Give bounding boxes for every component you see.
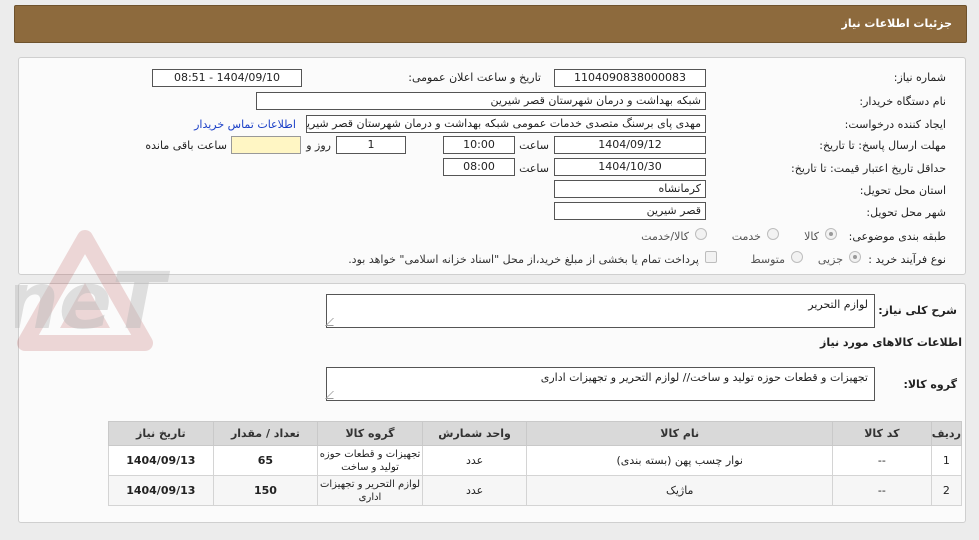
col-group: گروه کالا bbox=[317, 421, 423, 446]
process-option-medium: متوسط bbox=[750, 253, 785, 266]
deadline-label: مهلت ارسال پاسخ: تا تاریخ: bbox=[819, 139, 946, 152]
cell-row: 2 bbox=[930, 475, 963, 506]
hours-remaining-label: ساعت باقی مانده bbox=[145, 139, 227, 152]
process-radio-minor[interactable] bbox=[849, 251, 861, 263]
buyer-org-label: نام دستگاه خریدار: bbox=[859, 95, 946, 108]
resize-grip-icon[interactable] bbox=[325, 391, 341, 399]
days-label: روز و bbox=[306, 139, 331, 152]
cell-qty: 150 bbox=[212, 475, 319, 506]
cell-name: نوار چسب پهن (بسته بندی) bbox=[526, 445, 834, 476]
category-option-goods: کالا bbox=[804, 230, 819, 243]
cell-row: 1 bbox=[930, 445, 963, 476]
col-qty: تعداد / مقدار bbox=[212, 421, 319, 446]
resize-grip-icon[interactable] bbox=[325, 318, 341, 326]
goods-group-label: گروه کالا: bbox=[903, 378, 957, 391]
need-number-label: شماره نیاز: bbox=[893, 71, 946, 84]
days-remaining-field: 1 bbox=[336, 136, 406, 154]
col-name: نام کالا bbox=[526, 421, 834, 446]
category-label: طبقه بندی موضوعی: bbox=[848, 230, 946, 243]
category-radio-both[interactable] bbox=[695, 228, 707, 240]
cell-code: -- bbox=[832, 475, 932, 506]
city-label: شهر محل تحویل: bbox=[866, 206, 946, 219]
city-field: قصر شیرین bbox=[554, 202, 706, 220]
province-field: کرمانشاه bbox=[554, 180, 706, 198]
validity-time-field: 08:00 bbox=[443, 158, 515, 176]
cell-group: تجهیزات و قطعات حوزه تولید و ساخت bbox=[317, 445, 423, 476]
col-unit: واحد شمارش bbox=[421, 421, 528, 446]
buyer-contact-link[interactable]: اطلاعات تماس خریدار bbox=[194, 118, 296, 131]
col-code: کد کالا bbox=[832, 421, 932, 446]
treasury-payment-checkbox[interactable] bbox=[705, 251, 717, 263]
cell-date: 1404/09/13 bbox=[108, 475, 214, 506]
buyer-org-field: شبکه بهداشت و درمان شهرستان قصر شیرین bbox=[256, 92, 706, 110]
deadline-time-field: 10:00 bbox=[443, 136, 515, 154]
deadline-date-field: 1404/09/12 bbox=[554, 136, 706, 154]
process-radio-medium[interactable] bbox=[791, 251, 803, 263]
category-radio-goods[interactable] bbox=[825, 228, 837, 240]
announce-field: 1404/09/10 - 08:51 bbox=[152, 69, 302, 87]
goods-group-textarea[interactable]: تجهیزات و قطعات حوزه تولید و ساخت// لواز… bbox=[325, 367, 875, 401]
category-radio-service[interactable] bbox=[767, 228, 779, 240]
col-row: ردیف bbox=[930, 421, 963, 446]
summary-text: لوازم التحریر bbox=[808, 298, 868, 311]
category-option-both: کالا/خدمت bbox=[641, 230, 689, 243]
process-label: نوع فرآیند خرید : bbox=[868, 253, 946, 266]
validity-label: حداقل تاریخ اعتبار قیمت: تا تاریخ: bbox=[791, 162, 946, 175]
goods-info-title: اطلاعات کالاهای مورد نیاز bbox=[820, 336, 962, 349]
hours-remaining-field bbox=[231, 136, 301, 154]
process-option-minor: جزیی bbox=[817, 253, 843, 266]
validity-time-label: ساعت bbox=[519, 162, 549, 175]
need-number-field: 1104090838000083 bbox=[554, 69, 706, 87]
goods-group-text: تجهیزات و قطعات حوزه تولید و ساخت// لواز… bbox=[540, 371, 868, 384]
cell-name: ماژیک bbox=[526, 475, 834, 506]
table-row[interactable]: 1 -- نوار چسب پهن (بسته بندی) عدد تجهیزا… bbox=[108, 445, 963, 476]
creator-label: ایجاد کننده درخواست: bbox=[844, 118, 946, 131]
page-title: جزئیات اطلاعات نیاز bbox=[841, 17, 953, 30]
goods-table: ردیف کد کالا نام کالا واحد شمارش گروه کا… bbox=[108, 421, 963, 506]
summary-label: شرح کلی نیاز: bbox=[878, 304, 957, 317]
summary-textarea[interactable]: لوازم التحریر bbox=[325, 294, 875, 328]
col-date: تاریخ نیاز bbox=[108, 421, 214, 446]
goods-table-header: ردیف کد کالا نام کالا واحد شمارش گروه کا… bbox=[108, 421, 963, 446]
cell-qty: 65 bbox=[212, 445, 319, 476]
cell-unit: عدد bbox=[421, 445, 528, 476]
page-header: جزئیات اطلاعات نیاز bbox=[14, 5, 967, 43]
cell-date: 1404/09/13 bbox=[108, 445, 214, 476]
table-row[interactable]: 2 -- ماژیک عدد لوازم التحریر و تجهیزات ا… bbox=[108, 475, 963, 506]
cell-code: -- bbox=[832, 445, 932, 476]
category-option-service: خدمت bbox=[731, 230, 761, 243]
validity-date-field: 1404/10/30 bbox=[554, 158, 706, 176]
cell-unit: عدد bbox=[421, 475, 528, 506]
deadline-time-label: ساعت bbox=[519, 139, 549, 152]
announce-label: تاریخ و ساعت اعلان عمومی: bbox=[408, 71, 541, 84]
treasury-payment-note: پرداخت تمام یا بخشی از مبلغ خرید،از محل … bbox=[348, 253, 699, 266]
cell-group: لوازم التحریر و تجهیزات اداری bbox=[317, 475, 423, 506]
creator-field: مهدی پای برسنگ متصدی خدمات عمومی شبکه به… bbox=[306, 115, 706, 133]
province-label: استان محل تحویل: bbox=[859, 184, 946, 197]
